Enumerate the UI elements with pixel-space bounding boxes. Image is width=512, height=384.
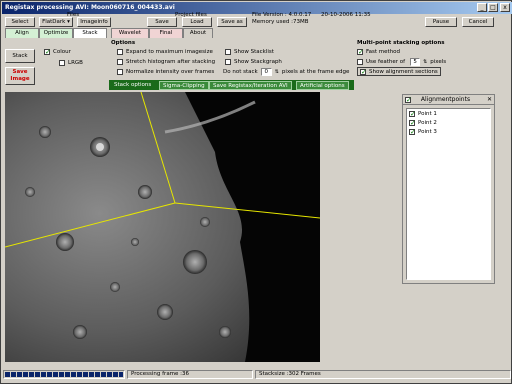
processing-frame-status: Processing frame :36	[127, 370, 253, 379]
point-2-label: Point 2	[418, 119, 437, 126]
normalize-label: Normalize intensity over frames	[126, 68, 215, 75]
imageinfo-button[interactable]: Imageinfo	[77, 17, 111, 27]
multipoint-title: Multi-point stacking options	[357, 40, 445, 46]
select-button[interactable]: Select	[5, 17, 35, 27]
close-icon[interactable]: ✕	[487, 95, 492, 104]
subtab-sigma-clipping[interactable]: Sigma-Clipping	[159, 81, 209, 90]
point-2-checkbox[interactable]	[409, 119, 416, 127]
show-stacklist-option[interactable]: Show Stacklist	[225, 47, 274, 56]
show-stackgraph-checkbox[interactable]	[225, 58, 231, 65]
show-stacklist-label: Show Stacklist	[234, 48, 274, 55]
alignmentpoints-header-checkbox[interactable]	[405, 96, 412, 105]
tab-align[interactable]: Align	[5, 28, 39, 38]
normalize-checkbox[interactable]	[117, 68, 123, 75]
alignmentpoints-header: Alignmentpoints ✕	[403, 95, 494, 105]
do-not-stack-label: Do not stack	[223, 68, 258, 75]
edge-pixels-label: pixels at the frame edge	[281, 68, 350, 75]
alignmentpoints-title: Alignmentpoints	[420, 96, 471, 103]
fast-method-option[interactable]: Fast method	[357, 47, 400, 56]
show-stackgraph-label: Show Stackgraph	[234, 58, 282, 65]
project-save-button[interactable]: Save	[147, 17, 177, 27]
show-alignment-option[interactable]: Show alignment sections	[357, 67, 441, 76]
point-3-label: Point 3	[418, 128, 437, 135]
point-1-checkbox[interactable]	[409, 110, 416, 118]
chevron-down-icon: ▾	[67, 19, 70, 25]
maximize-button[interactable]: □	[488, 3, 498, 12]
lrgb-label: LRGB	[68, 59, 83, 66]
point-1-label: Point 1	[418, 110, 437, 117]
flatdark-button[interactable]: FlatDark ▾	[39, 17, 73, 27]
subtab-stack-options[interactable]: Stack options	[111, 81, 155, 90]
memory-used-text: Memory used :73MB	[252, 19, 309, 25]
save-image-label-line1: Save	[12, 69, 28, 75]
show-stacklist-checkbox[interactable]	[225, 48, 231, 55]
edge-pixels-field[interactable]: 0	[260, 67, 272, 76]
list-item[interactable]: Point 2	[407, 118, 490, 127]
tab-optimize[interactable]: Optimize	[39, 28, 73, 38]
do-not-stack-row: Do not stack 0 ⇅ pixels at the frame edg…	[223, 67, 349, 76]
save-image-label-line2: Image	[10, 76, 30, 82]
stacksize-status: Stacksize :302 Frames	[255, 370, 511, 379]
save-image-button[interactable]: Save Image	[5, 67, 35, 85]
progress-fill	[5, 372, 123, 377]
moon-image	[5, 92, 320, 362]
feather-value-field[interactable]: 5	[410, 57, 421, 66]
fast-method-checkbox[interactable]	[357, 48, 364, 56]
flatdark-label: FlatDark	[42, 19, 66, 25]
window-title: Registax processing AVI: Moon060716_0044…	[5, 4, 175, 11]
stretch-option[interactable]: Stretch histogram after stacking	[117, 57, 215, 66]
date-text: 20-10-2006 11:35	[321, 12, 371, 18]
main-window: Registax processing AVI: Moon060716_0044…	[0, 0, 512, 384]
lrgb-checkbox[interactable]	[59, 59, 65, 66]
expand-checkbox[interactable]	[117, 48, 123, 55]
tab-stack[interactable]: Stack	[73, 28, 107, 38]
moon-image-view[interactable]	[5, 92, 320, 362]
tab-final[interactable]: Final	[149, 28, 183, 38]
point-3-checkbox[interactable]	[409, 128, 416, 136]
project-load-button[interactable]: Load	[182, 17, 212, 27]
expand-label: Expand to maximum imagesize	[126, 48, 213, 55]
list-item[interactable]: Point 3	[407, 127, 490, 136]
project-saveas-button[interactable]: Save as	[217, 17, 247, 27]
subtab-save-registax-avi[interactable]: Save Registax/Iteration AVI	[209, 81, 292, 90]
list-item[interactable]: Point 1	[407, 109, 490, 118]
feather-label: Use feather of	[366, 58, 406, 65]
pause-button[interactable]: Pause	[425, 17, 457, 27]
stretch-checkbox[interactable]	[117, 58, 123, 65]
show-stackgraph-option[interactable]: Show Stackgraph	[225, 57, 282, 66]
feather-unit-label: pixels	[430, 58, 447, 65]
show-alignment-label: Show alignment sections	[369, 68, 438, 75]
alignmentpoints-list[interactable]: Point 1 Point 2 Point 3	[406, 108, 491, 280]
lrgb-option[interactable]: LRGB	[59, 58, 83, 67]
feather-spinner-icon[interactable]: ⇅	[423, 59, 427, 65]
colour-option[interactable]: Colour	[44, 47, 71, 56]
options-title: Options	[111, 40, 136, 46]
normalize-option[interactable]: Normalize intensity over frames	[117, 67, 214, 76]
feather-option[interactable]: Use feather of 5 ⇅ pixels	[357, 57, 446, 66]
fast-method-label: Fast method	[366, 48, 401, 55]
progress-bar	[3, 370, 125, 379]
alignmentpoints-panel: Alignmentpoints ✕ Point 1 Point 2 Point …	[402, 94, 495, 284]
stack-button[interactable]: Stack	[5, 49, 35, 63]
minimize-button[interactable]: _	[477, 3, 487, 12]
subtab-artificial-options[interactable]: Artificial options	[296, 81, 349, 90]
expand-option[interactable]: Expand to maximum imagesize	[117, 47, 213, 56]
show-alignment-checkbox[interactable]	[360, 68, 367, 76]
tab-about[interactable]: About	[183, 28, 213, 38]
colour-checkbox[interactable]	[44, 48, 51, 56]
feather-checkbox[interactable]	[357, 58, 363, 65]
cancel-button[interactable]: Cancel	[462, 17, 494, 27]
edge-pixels-spinner-icon[interactable]: ⇅	[275, 69, 279, 75]
colour-label: Colour	[53, 48, 71, 55]
file-version-text: File Version : 4.0.0.17	[252, 12, 312, 18]
stretch-label: Stretch histogram after stacking	[126, 58, 216, 65]
tab-wavelet[interactable]: Wavelet	[111, 28, 149, 38]
close-button[interactable]: x	[500, 3, 510, 12]
